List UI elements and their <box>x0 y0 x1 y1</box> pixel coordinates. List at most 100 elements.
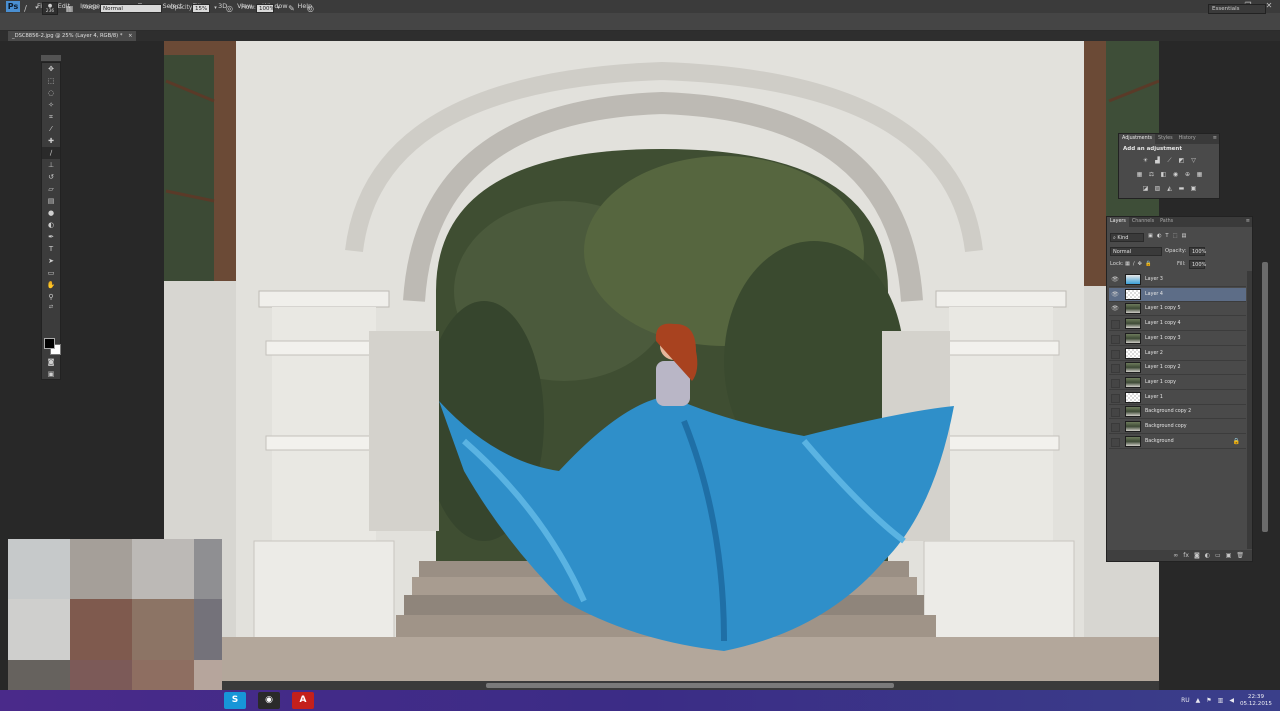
photo-filter-icon[interactable]: ◉ <box>1171 171 1180 179</box>
network-icon[interactable]: ▥ <box>1218 697 1224 704</box>
taskbar-app-button[interactable]: S <box>224 692 246 709</box>
layer-row[interactable]: Layer 1 copy 4 <box>1109 317 1246 332</box>
flow-input[interactable]: 100% <box>256 4 275 13</box>
adjustments-tab-adjustments[interactable]: Adjustments <box>1119 134 1156 144</box>
clock[interactable]: 22:39 05.12.2015 <box>1240 694 1272 708</box>
layers-tab-channels[interactable]: Channels <box>1129 217 1157 227</box>
layer-style-icon[interactable]: fx <box>1183 550 1189 561</box>
brightness-contrast-icon[interactable]: ☀ <box>1141 157 1150 165</box>
layer-row[interactable]: Layer 1 copy <box>1109 376 1246 390</box>
visibility-toggle[interactable] <box>1111 349 1120 359</box>
path-select-tool-icon[interactable]: ➤ <box>42 255 60 267</box>
new-layer-icon[interactable]: ▣ <box>1226 550 1232 561</box>
blur-tool-icon[interactable]: ● <box>42 207 60 219</box>
threshold-icon[interactable]: ◭ <box>1165 185 1174 193</box>
tray-arrow-icon[interactable]: ▲ <box>1196 697 1201 704</box>
tab-close-icon[interactable]: × <box>128 33 132 39</box>
layer-opacity-input[interactable]: 100% <box>1189 247 1206 256</box>
tool-preset-dropdown-icon[interactable]: ▾ <box>31 3 42 14</box>
document-tab[interactable]: _DSC8856-2.jpg @ 25% (Layer 4, RGB/8) * … <box>8 31 137 41</box>
pressure-opacity-icon[interactable]: ◎ <box>224 3 235 14</box>
opacity-input[interactable]: 15% <box>192 4 210 13</box>
layer-row[interactable]: Background copy 2 <box>1109 405 1246 420</box>
taskbar-app-button[interactable]: ◉ <box>258 692 280 709</box>
curves-icon[interactable]: ⟋ <box>1165 157 1174 165</box>
gradient-tool-icon[interactable]: ▤ <box>42 195 60 207</box>
layers-tab-paths[interactable]: Paths <box>1157 217 1176 227</box>
delete-layer-icon[interactable]: 🗑 <box>1236 550 1244 561</box>
brush-tool-icon[interactable]: ∕ <box>20 3 31 14</box>
channel-mixer-icon[interactable]: ⊕ <box>1183 171 1192 179</box>
flow-dropdown-icon[interactable]: ▾ <box>273 3 284 14</box>
airbrush-icon[interactable]: ✎ <box>286 3 297 14</box>
visibility-toggle[interactable] <box>1111 437 1120 447</box>
brush-tool-icon[interactable]: ∕ <box>42 147 60 159</box>
visibility-toggle[interactable] <box>1111 320 1120 330</box>
clone-stamp-tool-icon[interactable]: ⊥ <box>42 159 60 171</box>
invert-icon[interactable]: ◪ <box>1141 185 1150 193</box>
layer-row[interactable]: Layer 1 copy 3 <box>1109 332 1246 346</box>
marquee-tool-icon[interactable]: ⬚ <box>42 75 60 87</box>
panel-menu-icon[interactable]: ≡ <box>1213 135 1217 141</box>
exposure-icon[interactable]: ◩ <box>1177 157 1186 165</box>
gradient-map-icon[interactable]: ▬ <box>1177 185 1186 193</box>
swap-colors-icon[interactable]: ⇄ <box>42 303 60 311</box>
panel-menu-icon[interactable]: ≡ <box>1246 218 1250 224</box>
pressure-size-icon[interactable]: ◎ <box>305 3 316 14</box>
layer-row[interactable]: 👁 Layer 1 copy 5 <box>1109 302 1246 317</box>
lasso-tool-icon[interactable]: ◌ <box>42 87 60 99</box>
crop-tool-icon[interactable]: ⌗ <box>42 111 60 123</box>
mode-select[interactable]: Normal <box>100 4 162 13</box>
foreground-color-swatch[interactable] <box>44 338 55 349</box>
history-brush-tool-icon[interactable]: ↺ <box>42 171 60 183</box>
taskbar-app-button[interactable]: A <box>292 692 314 709</box>
tools-panel-header[interactable] <box>41 55 61 61</box>
blend-mode-select[interactable]: Normal <box>1110 247 1162 256</box>
type-tool-icon[interactable]: T <box>42 243 60 255</box>
posterize-icon[interactable]: ▨ <box>1153 185 1162 193</box>
visibility-eye-icon[interactable]: 👁 <box>1111 291 1119 299</box>
visibility-eye-icon[interactable]: 👁 <box>1111 305 1119 313</box>
lock-icons[interactable]: ▦∕✥🔒 <box>1125 261 1154 267</box>
layer-row[interactable]: 👁 Layer 3 <box>1109 273 1246 287</box>
shape-tool-icon[interactable]: ▭ <box>42 267 60 279</box>
link-layers-icon[interactable]: ∞ <box>1173 550 1178 561</box>
color-lookup-icon[interactable]: ▦ <box>1195 171 1204 179</box>
adjustments-tab-history[interactable]: History <box>1176 134 1199 144</box>
horizontal-scroll-thumb[interactable] <box>486 683 894 688</box>
new-adjustment-icon[interactable]: ◐ <box>1205 550 1210 561</box>
brush-size-picker[interactable]: ● 236 <box>42 2 58 15</box>
color-swatches[interactable] <box>44 338 61 355</box>
quick-select-tool-icon[interactable]: ✧ <box>42 99 60 111</box>
language-indicator[interactable]: RU <box>1181 697 1190 704</box>
visibility-toggle[interactable] <box>1111 408 1120 418</box>
layer-row[interactable]: 👁 Layer 4 <box>1109 287 1246 302</box>
layer-row[interactable]: Background 🔒 <box>1109 435 1246 449</box>
document-canvas[interactable] <box>164 41 1159 681</box>
screen-mode-icon[interactable]: ▣ <box>42 368 60 380</box>
healing-brush-tool-icon[interactable]: ✚ <box>42 135 60 147</box>
volume-icon[interactable]: ◀ <box>1229 697 1234 704</box>
hand-tool-icon[interactable]: ✋ <box>42 279 60 291</box>
dodge-tool-icon[interactable]: ◐ <box>42 219 60 231</box>
layer-row[interactable]: Layer 1 copy 2 <box>1109 361 1246 376</box>
layer-row[interactable]: Background copy <box>1109 420 1246 434</box>
vibrance-icon[interactable]: ▽ <box>1189 157 1198 165</box>
workspace-select[interactable]: Essentials <box>1208 4 1266 14</box>
panel-dock-scrollbar[interactable] <box>1262 262 1268 532</box>
color-balance-icon[interactable]: ⚖ <box>1147 171 1156 179</box>
pen-tool-icon[interactable]: ✒ <box>42 231 60 243</box>
adjustments-tab-styles[interactable]: Styles <box>1155 134 1176 144</box>
flag-icon[interactable]: ⚑ <box>1206 697 1211 704</box>
layer-row[interactable]: Layer 1 <box>1109 391 1246 405</box>
eyedropper-tool-icon[interactable]: ⁄ <box>42 123 60 135</box>
brush-panel-icon[interactable]: ▦ <box>64 3 75 14</box>
opacity-dropdown-icon[interactable]: ▾ <box>210 3 221 14</box>
black-white-icon[interactable]: ◧ <box>1159 171 1168 179</box>
layer-filter-icons[interactable]: ▣◐T⬚▤ <box>1148 233 1190 239</box>
hue-saturation-icon[interactable]: ▦ <box>1135 171 1144 179</box>
visibility-toggle[interactable] <box>1111 334 1120 344</box>
move-tool-icon[interactable]: ✥ <box>42 63 60 75</box>
layers-scrollbar[interactable] <box>1247 271 1252 549</box>
layer-filter-select[interactable]: ⌕ Kind <box>1110 233 1144 242</box>
